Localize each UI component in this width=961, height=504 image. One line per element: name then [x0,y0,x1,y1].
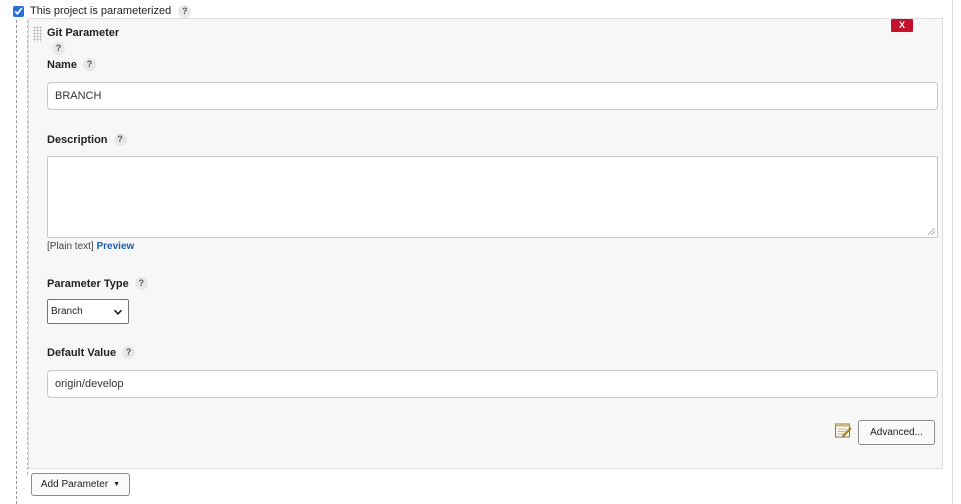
parameter-type-label-row: Parameter Type ? [47,277,148,290]
name-help-icon[interactable]: ? [82,58,96,71]
advanced-button[interactable]: Advanced... [858,420,935,445]
chevron-down-icon [113,309,123,315]
add-parameter-label: Add Parameter [40,479,109,490]
parameter-help-icon[interactable]: ? [52,42,65,55]
description-help-icon[interactable]: ? [113,133,127,146]
name-label-row: Name ? [47,58,96,71]
section-dashed-border [16,20,17,504]
default-value-label-row: Default Value ? [47,346,136,359]
default-value-input[interactable] [47,370,938,398]
right-divider [952,0,953,504]
parameterized-help-icon[interactable]: ? [178,4,192,18]
parameterized-row: This project is parameterized ? [12,3,192,19]
parameter-type-select[interactable]: Branch [47,299,129,324]
description-label-row: Description ? [47,133,127,146]
delete-parameter-button[interactable]: X [891,19,913,32]
name-label: Name [47,58,77,71]
parameter-type-value: Branch [51,306,83,317]
parameterized-label: This project is parameterized [30,5,172,17]
parameterized-checkbox[interactable] [13,5,24,17]
default-value-label: Default Value [47,346,117,359]
description-label: Description [47,133,108,146]
caret-down-icon: ▼ [113,481,121,488]
preview-link[interactable]: Preview [96,241,134,252]
plain-text-label: [Plain text] [47,241,94,252]
drag-handle-icon[interactable] [33,26,42,42]
description-format-row: [Plain text] Preview [47,241,134,252]
parameter-type-help-icon[interactable]: ? [134,277,148,290]
add-parameter-button[interactable]: Add Parameter ▼ [31,473,130,496]
name-input[interactable] [47,82,938,110]
parameter-title: Git Parameter [47,27,120,39]
parameter-type-label: Parameter Type [47,277,129,290]
notepad-icon[interactable] [834,421,852,439]
default-value-help-icon[interactable]: ? [122,346,136,359]
resize-grip-icon[interactable] [928,228,935,235]
description-textarea[interactable] [47,156,938,238]
